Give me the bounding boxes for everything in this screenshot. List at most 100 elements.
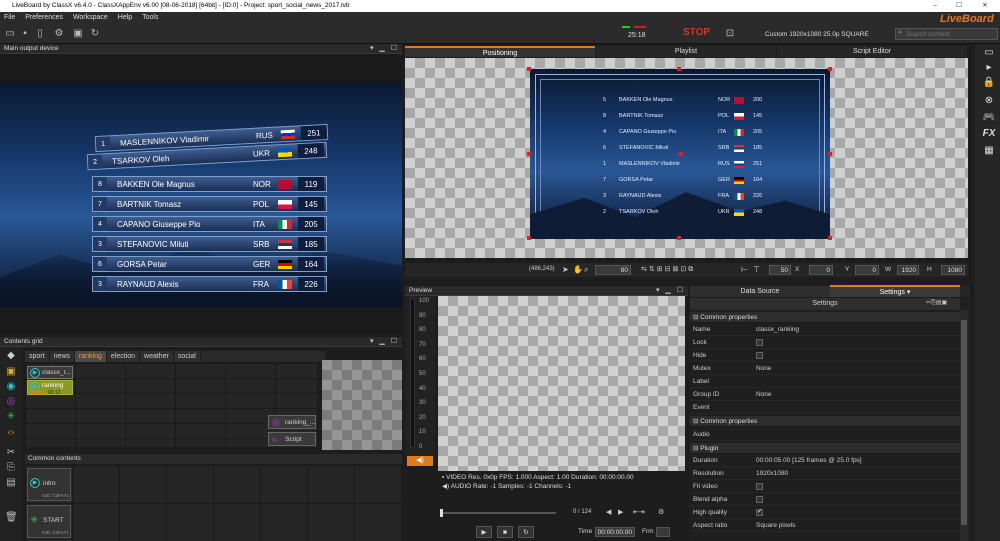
- grid-item-classx[interactable]: ▶ classx_r...: [27, 366, 73, 379]
- positioning-canvas[interactable]: 5 BAKKEN Ole Magnus NOR 200 8 BARTNIK Tomasz P…: [405, 58, 968, 258]
- mute-button[interactable]: ◀): [407, 456, 433, 466]
- menu-help[interactable]: Help: [118, 14, 132, 21]
- section-common-2[interactable]: ⊟ Common properties: [690, 416, 960, 427]
- prop-value[interactable]: None: [756, 362, 772, 375]
- pointer-icon[interactable]: ➤: [562, 265, 569, 274]
- cut-icon[interactable]: ✂: [5, 447, 17, 459]
- lock-icon[interactable]: 🔒: [978, 76, 1000, 90]
- hand-icon[interactable]: ✋: [573, 265, 583, 274]
- handle-tl[interactable]: [527, 67, 531, 71]
- handle-l[interactable]: [527, 152, 531, 156]
- handle-bl[interactable]: [527, 236, 531, 240]
- section-tools[interactable]: ✂⎘▤▣: [926, 299, 947, 307]
- tab-settings[interactable]: Settings ▾: [830, 285, 960, 297]
- minimize-button[interactable]: –: [926, 0, 944, 12]
- align-left-icon[interactable]: ⊢: [741, 265, 748, 274]
- hide-checkbox[interactable]: [756, 352, 763, 359]
- next-frame-button[interactable]: ▶: [618, 508, 623, 516]
- stop-preview-button[interactable]: ■: [497, 526, 513, 538]
- tab-social[interactable]: social: [173, 351, 201, 362]
- table-icon[interactable]: ▦: [978, 144, 1000, 158]
- tab-news[interactable]: news: [49, 351, 75, 362]
- monitor-icon[interactable]: ▭: [978, 46, 1000, 60]
- h-input[interactable]: 1080: [941, 265, 965, 275]
- common-item-intro[interactable]: ▶ intro GID: C3FA71: [27, 468, 71, 501]
- tab-data-source[interactable]: Data Source: [690, 286, 830, 297]
- frame-input[interactable]: [656, 527, 670, 537]
- tab-script-editor[interactable]: Script Editor: [777, 46, 967, 57]
- loop-button[interactable]: ↻: [518, 526, 534, 538]
- network-icon[interactable]: ✳: [5, 411, 17, 423]
- time-input[interactable]: 00:00:00.00: [595, 527, 635, 537]
- tab-playlist[interactable]: Playlist: [596, 46, 776, 57]
- terminal-icon[interactable]: ▸: [978, 61, 1000, 75]
- grid-item-ranking[interactable]: ▶ ranking 00:12: [27, 380, 73, 396]
- handle-t[interactable]: [677, 67, 681, 71]
- prev-frame-button[interactable]: ◀: [606, 508, 611, 516]
- close-circle-icon[interactable]: ⊗: [978, 94, 1000, 108]
- handle-r[interactable]: [828, 152, 832, 156]
- timeline-slider[interactable]: [441, 512, 556, 514]
- tab-weather[interactable]: weather: [140, 351, 174, 362]
- tab-election[interactable]: election: [106, 351, 141, 362]
- y-input[interactable]: 0: [855, 265, 879, 275]
- save-icon[interactable]: ▪: [19, 28, 31, 40]
- play-button[interactable]: ▶: [476, 526, 492, 538]
- panel-window-controls[interactable]: ▾ ▁ ☐: [656, 286, 685, 294]
- close-button[interactable]: ✕: [976, 0, 994, 12]
- open-folder-icon[interactable]: ▭: [4, 28, 16, 40]
- tab-ranking[interactable]: ranking: [74, 351, 107, 362]
- image-icon[interactable]: ▣: [5, 366, 17, 378]
- menu-workspace[interactable]: Workspace: [73, 14, 108, 21]
- menu-tools[interactable]: Tools: [142, 14, 158, 21]
- w-input[interactable]: 1920: [897, 265, 919, 275]
- trim-icon[interactable]: ⇤⇥: [633, 508, 645, 516]
- prop-value[interactable]: Square pixels: [756, 519, 795, 532]
- prop-value[interactable]: classx_ranking: [756, 323, 799, 336]
- search-input[interactable]: [895, 28, 998, 40]
- prop-value[interactable]: 1920x1080: [756, 467, 788, 480]
- menu-preferences[interactable]: Preferences: [25, 14, 63, 21]
- lock-checkbox[interactable]: [756, 339, 763, 346]
- scrollbar-thumb[interactable]: [961, 320, 967, 525]
- network-icon[interactable]: ⚙: [53, 28, 65, 40]
- handle-br[interactable]: [828, 236, 832, 240]
- delete-icon[interactable]: 🗑: [5, 512, 18, 524]
- gamepad-icon[interactable]: 🎮: [978, 111, 1000, 125]
- zoom-icon[interactable]: ⌕: [584, 265, 588, 275]
- prop-value[interactable]: 00:00:05.00 [125 frames @ 25.0 fps]: [756, 454, 862, 467]
- tab-positioning[interactable]: Positioning: [405, 46, 595, 57]
- refresh-icon[interactable]: ↻: [89, 28, 101, 40]
- blend-alpha-checkbox[interactable]: [756, 496, 763, 503]
- timeline-thumb[interactable]: [440, 509, 443, 517]
- offset-input[interactable]: 50: [769, 265, 791, 275]
- common-item-start[interactable]: ✳ START GID: C3FA71: [27, 505, 71, 538]
- x-input[interactable]: 0: [809, 265, 833, 275]
- maximize-button[interactable]: ☐: [950, 0, 968, 12]
- new-file-icon[interactable]: ▯: [34, 28, 46, 40]
- panel-window-controls[interactable]: ▾ ▁ ☐: [370, 337, 399, 345]
- copy-icon[interactable]: ⎘: [5, 462, 17, 474]
- section-common-1[interactable]: ⊟ Common properties: [690, 312, 960, 323]
- fx-icon[interactable]: FX: [978, 127, 1000, 141]
- panel-window-controls[interactable]: ▾ ▁ ☐: [370, 44, 399, 52]
- handle-center[interactable]: [679, 152, 683, 156]
- handle-b[interactable]: [677, 236, 681, 240]
- high-quality-checkbox[interactable]: ✓: [756, 509, 763, 516]
- output-monitor-icon[interactable]: ⊡: [724, 28, 736, 40]
- grid-item-script[interactable]: ‹› Script: [268, 432, 316, 446]
- fit-video-checkbox[interactable]: [756, 483, 763, 490]
- zoom-input[interactable]: 80: [595, 265, 631, 275]
- grid-item-plugin[interactable]: ◎ ranking_...: [268, 415, 316, 429]
- settings-icon[interactable]: ⚙: [658, 508, 664, 516]
- cube-icon[interactable]: ◆: [5, 350, 17, 362]
- stop-button[interactable]: STOP: [683, 27, 710, 38]
- prop-value[interactable]: None: [756, 388, 772, 401]
- align-top-icon[interactable]: ⊤: [753, 265, 760, 274]
- plugin-icon[interactable]: ◎: [5, 396, 17, 408]
- paste-icon[interactable]: ▤: [5, 477, 17, 489]
- play-icon[interactable]: ◉: [5, 381, 17, 393]
- menu-file[interactable]: File: [4, 14, 15, 21]
- handle-tr[interactable]: [828, 67, 832, 71]
- align-tools[interactable]: ⇆⇅⊞⊟⊠⊡⧉: [641, 265, 695, 274]
